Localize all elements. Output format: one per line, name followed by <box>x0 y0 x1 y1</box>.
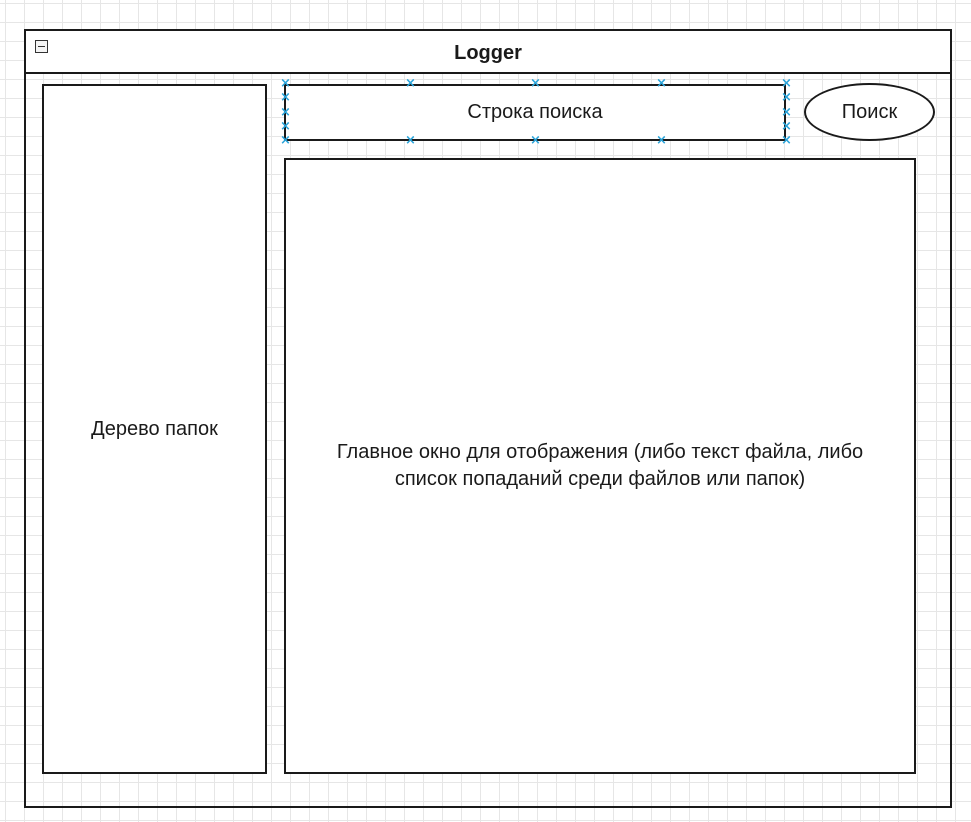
selection-handle-icon[interactable]: × <box>405 134 416 147</box>
folder-tree-label: Дерево папок <box>91 417 218 440</box>
search-button[interactable]: Поиск <box>804 83 935 141</box>
selection-handle-icon[interactable]: × <box>656 77 667 90</box>
main-view-label: Главное окно для отображения (либо текст… <box>336 441 864 490</box>
selection-handle-icon[interactable]: × <box>280 77 291 90</box>
selection-handle-icon[interactable]: × <box>530 77 541 90</box>
selection-handle-icon[interactable]: × <box>781 77 792 90</box>
folder-tree-panel[interactable]: Дерево папок <box>42 84 267 774</box>
selection-handle-icon[interactable]: × <box>781 91 792 104</box>
selection-handle-icon[interactable]: × <box>781 106 792 119</box>
selection-handle-icon[interactable]: × <box>280 134 291 147</box>
selection-handle-icon[interactable]: × <box>280 106 291 119</box>
selection-handle-icon[interactable]: × <box>656 134 667 147</box>
window-title: Logger <box>454 42 522 64</box>
selection-handle-icon[interactable]: × <box>781 134 792 147</box>
window-titlebar[interactable]: Logger <box>26 31 950 74</box>
selection-handle-icon[interactable]: × <box>530 134 541 147</box>
selection-handle-icon[interactable]: × <box>405 77 416 90</box>
main-view-panel[interactable]: Главное окно для отображения (либо текст… <box>284 158 916 774</box>
selection-handle-icon[interactable]: × <box>781 120 792 133</box>
search-input-label: Строка поиска <box>467 101 603 123</box>
search-button-label: Поиск <box>841 100 898 123</box>
selection-handle-icon[interactable]: × <box>280 120 291 133</box>
selection-handle-icon[interactable]: × <box>280 91 291 104</box>
